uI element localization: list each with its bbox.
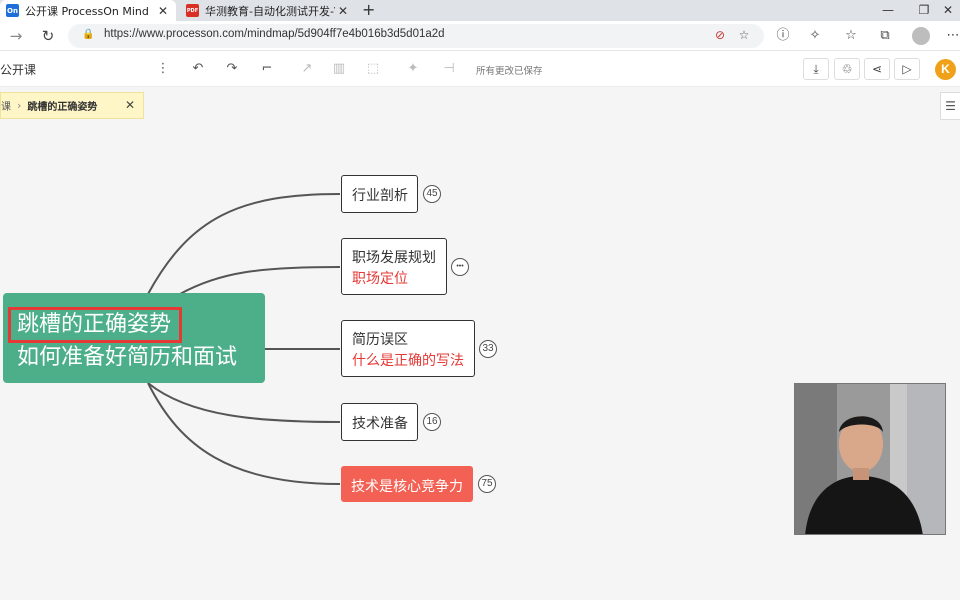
connector-line: [147, 382, 341, 485]
topic-career-planning[interactable]: 职场发展规划 职场定位: [341, 238, 447, 295]
topic-resume-mistakes[interactable]: 简历误区 什么是正确的写法: [341, 320, 475, 377]
document-title[interactable]: 公开课: [0, 61, 36, 78]
close-tab-icon[interactable]: ✕: [338, 4, 348, 18]
processon-favicon-icon: On: [6, 4, 19, 17]
address-bar-row: → ↻ 🔒 https://www.processon.com/mindmap/…: [0, 21, 960, 51]
url-text: https://www.processon.com/mindmap/5d904f…: [104, 28, 445, 40]
webcam-overlay: [794, 383, 946, 535]
pdf-favicon-icon: PDF: [186, 4, 199, 17]
collections-icon[interactable]: ⧉: [876, 27, 894, 45]
lock-icon: 🔒: [82, 29, 95, 40]
outline-icon[interactable]: ▥: [330, 60, 348, 78]
topic-subtitle: 职场定位: [352, 271, 408, 287]
count-badge[interactable]: 75: [478, 475, 496, 493]
editor-toolbar: 公开课 ⋮ ↶ ↷ ⌐ ↗ ▥ ⬚ ✦ ⊣ 所有更改已保存 ⤓ ♲ ⋖ ▷ K: [0, 51, 960, 87]
close-window-icon[interactable]: ✕: [936, 0, 960, 21]
count-badge[interactable]: 16: [423, 413, 441, 431]
count-badge[interactable]: 45: [423, 185, 441, 203]
share-icon[interactable]: ⋖: [864, 58, 890, 80]
format-painter-icon[interactable]: ⌐: [258, 60, 276, 78]
reload-icon[interactable]: ↻: [38, 26, 58, 46]
url-field[interactable]: 🔒 https://www.processon.com/mindmap/5d90…: [68, 24, 764, 48]
tab-processon[interactable]: On 公开课 ProcessOn Mind ✕: [0, 0, 176, 21]
topic-industry-analysis[interactable]: 行业剖析: [341, 175, 418, 213]
tracking-blocked-icon[interactable]: ⊘: [712, 28, 728, 44]
topic-subtitle: 什么是正确的写法: [352, 353, 464, 369]
favorite-star-icon[interactable]: ☆: [736, 28, 752, 44]
collaborate-icon[interactable]: ♲: [834, 58, 860, 80]
user-avatar[interactable]: K: [935, 59, 956, 80]
topic-title: 技术准备: [352, 416, 408, 432]
expand-more-icon[interactable]: •••: [451, 258, 469, 276]
frame-icon[interactable]: ⬚: [364, 60, 382, 78]
connector-line: [147, 193, 341, 295]
topic-title: 技术是核心竞争力: [351, 479, 463, 495]
structure-icon[interactable]: ⊣: [440, 60, 458, 78]
tab-title: 公开课 ProcessOn Mind: [25, 4, 149, 18]
root-topic-title: 跳槽的正确姿势: [8, 307, 183, 343]
undo-icon[interactable]: ↶: [189, 60, 207, 78]
more-options-icon[interactable]: ⋮: [154, 60, 172, 78]
topic-tech-preparation[interactable]: 技术准备: [341, 403, 418, 441]
extensions-icon[interactable]: ✧: [806, 27, 824, 45]
tab-pdf[interactable]: PDF 华测教育-自动化测试开发-VIP课 ✕: [180, 0, 356, 21]
more-menu-icon[interactable]: ⋯: [944, 27, 960, 45]
topic-title: 职场发展规划: [352, 250, 436, 266]
line-tool-icon[interactable]: ↗: [298, 60, 316, 78]
presenter-video-image: [795, 384, 945, 534]
save-status: 所有更改已保存: [476, 66, 543, 77]
topic-title: 行业剖析: [352, 188, 408, 204]
reading-view-icon[interactable]: ⓘ: [774, 27, 792, 45]
forward-icon[interactable]: →: [6, 26, 26, 46]
close-tab-icon[interactable]: ✕: [158, 4, 168, 18]
new-tab-icon[interactable]: +: [362, 0, 375, 21]
root-topic[interactable]: 跳槽的正确姿势 如何准备好简历和面试: [3, 293, 265, 383]
redo-icon[interactable]: ↷: [223, 60, 241, 78]
count-badge[interactable]: 33: [479, 340, 497, 358]
connector-line: [147, 382, 341, 423]
connector-line: [179, 266, 341, 295]
magic-style-icon[interactable]: ✦: [404, 60, 422, 78]
topic-tech-core-competitiveness[interactable]: 技术是核心竞争力: [341, 466, 473, 502]
download-icon[interactable]: ⤓: [803, 58, 829, 80]
present-icon[interactable]: ▷: [894, 58, 920, 80]
minimize-icon[interactable]: —: [868, 0, 908, 21]
root-topic-subtitle: 如何准备好简历和面试: [17, 345, 238, 370]
browser-tab-strip: On 公开课 ProcessOn Mind ✕ PDF 华测教育-自动化测试开发…: [0, 0, 960, 21]
tab-title: 华测教育-自动化测试开发-VIP课: [205, 4, 335, 18]
favorites-icon[interactable]: ☆: [842, 27, 860, 45]
browser-profile-avatar[interactable]: [912, 27, 930, 45]
topic-title: 简历误区: [352, 332, 408, 348]
